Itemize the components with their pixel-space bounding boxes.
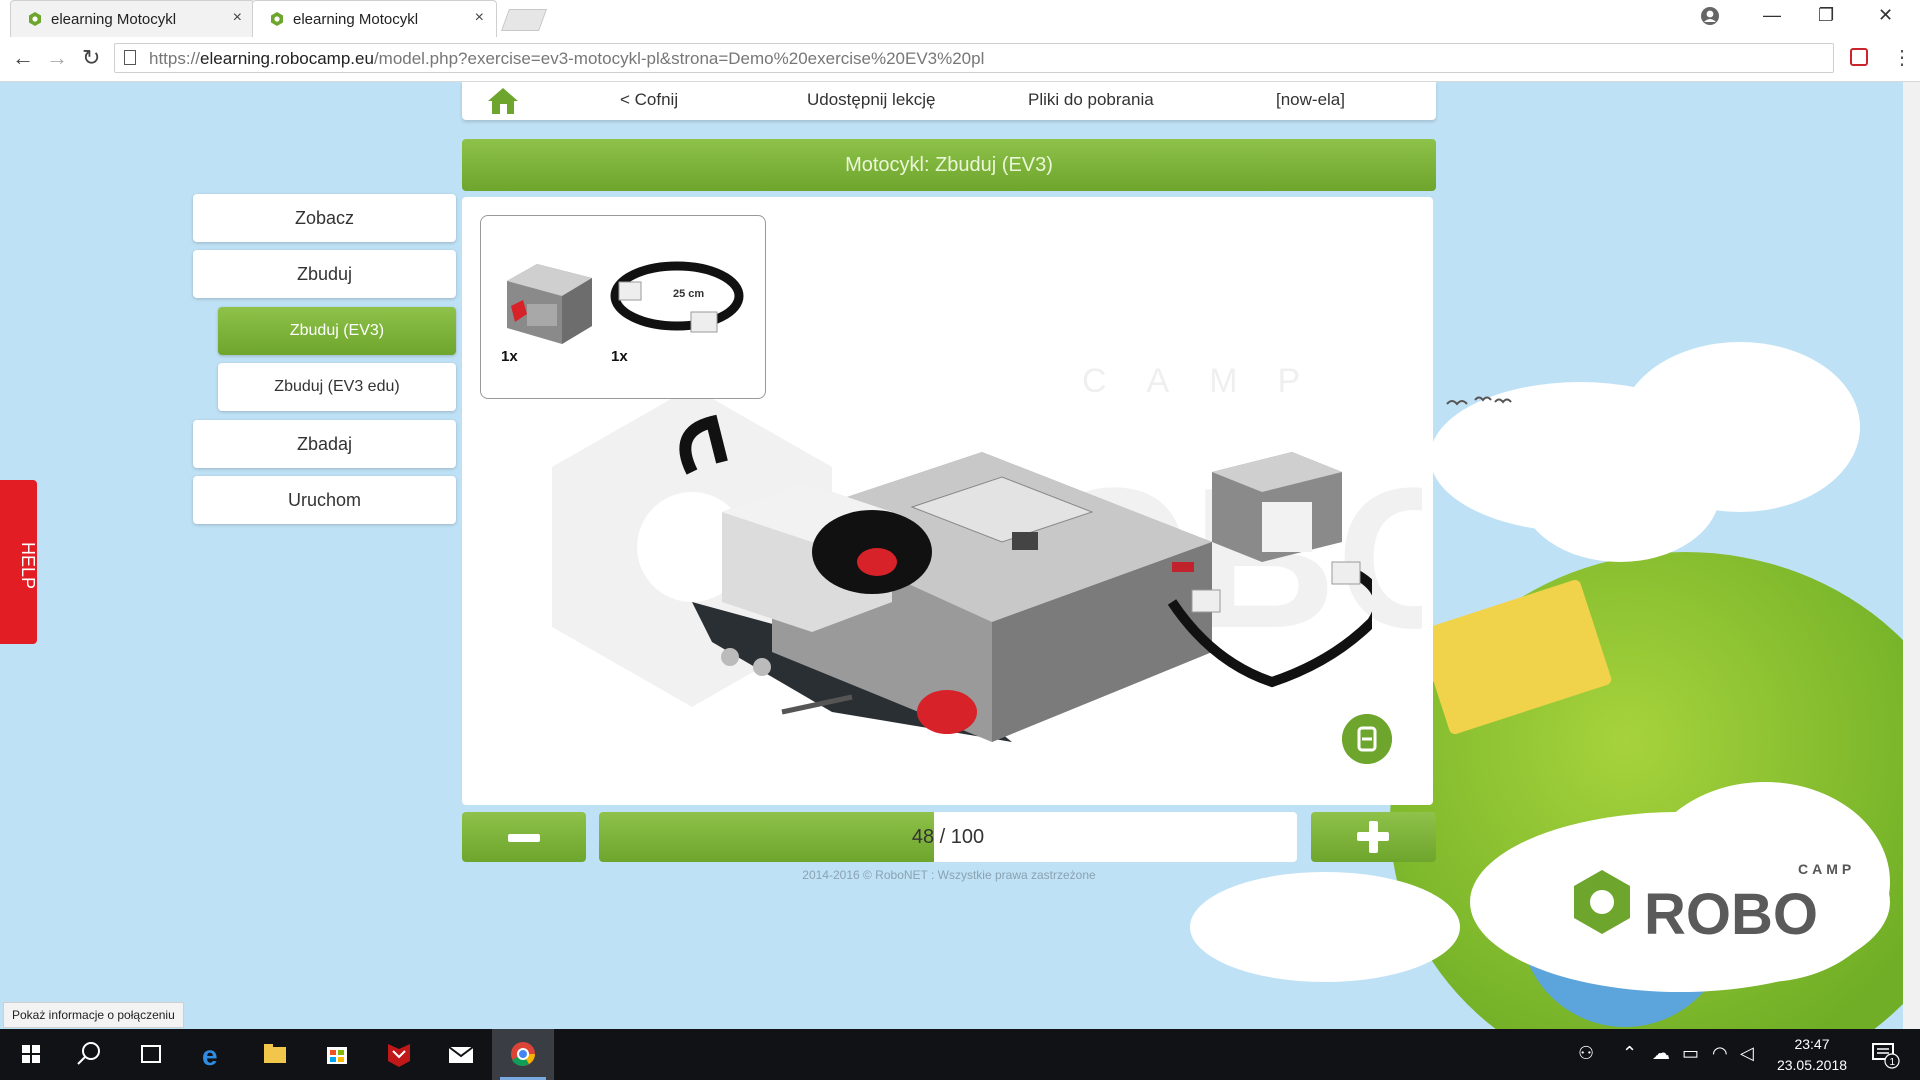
minus-icon [508, 834, 540, 842]
robocamp-logo: CAMP ROBO [1574, 861, 1855, 947]
tab-strip: elearning Motocykl × elearning Motocykl … [0, 0, 1920, 37]
task-view-icon[interactable] [120, 1029, 182, 1080]
previous-step-button[interactable] [462, 812, 586, 862]
browser-tab-2[interactable]: elearning Motocykl × [252, 0, 497, 37]
sidebar-item-zbuduj[interactable]: Zbuduj [193, 250, 456, 298]
robocamp-favicon-icon [271, 12, 283, 26]
robocamp-favicon-icon [29, 12, 41, 26]
store-icon[interactable] [306, 1029, 368, 1080]
user-link[interactable]: [now-ela] [1276, 90, 1345, 110]
chrome-taskbar-icon[interactable] [492, 1029, 554, 1080]
window-close-button[interactable]: ✕ [1878, 5, 1893, 26]
step-progress-bar[interactable]: 48 / 100 [599, 812, 1297, 862]
url-path: /model.php?exercise=ev3-motocykl-pl&stro… [373, 49, 985, 68]
ev3-motorcycle-model-image [679, 414, 1372, 742]
start-button[interactable] [0, 1029, 62, 1080]
svg-text:CAMP: CAMP [1798, 861, 1855, 877]
instruction-panel: ROBO CAMP 25 cm 1x 1x [462, 197, 1433, 805]
page-title: Motocykl: Zbuduj (EV3) [462, 139, 1436, 191]
extension-icon[interactable] [1850, 48, 1868, 66]
progress-total: / 100 [939, 826, 985, 848]
onedrive-icon[interactable]: ☁ [1652, 1043, 1670, 1064]
mcafee-icon[interactable] [368, 1029, 430, 1080]
new-tab-button[interactable] [500, 9, 548, 31]
action-center-icon[interactable]: 1 [1870, 1041, 1900, 1069]
cloud-decoration [1520, 422, 1720, 562]
status-bubble: Pokaż informacje o połączeniu [3, 1002, 184, 1028]
birds-decoration [1446, 396, 1512, 406]
tab-title: elearning Motocykl [51, 11, 177, 28]
clock-time: 23:47 [1794, 1036, 1830, 1052]
sidebar-item-zbadaj[interactable]: Zbadaj [193, 420, 456, 468]
sidebar-item-zbuduj-ev3-edu[interactable]: Zbuduj (EV3 edu) [218, 363, 456, 411]
tab-title: elearning Motocykl [293, 11, 419, 28]
parts-list-box: 25 cm 1x 1x [480, 215, 766, 399]
progress-text: 48 / 100 [599, 812, 1297, 862]
tray-chevron-icon[interactable]: ⌃ [1622, 1043, 1637, 1064]
downloads-link[interactable]: Pliki do pobrania [1028, 90, 1154, 110]
search-icon[interactable] [58, 1029, 120, 1080]
wifi-icon[interactable]: ◠ [1712, 1043, 1728, 1064]
tab-close-icon[interactable]: × [475, 9, 484, 27]
svg-text:ROBO: ROBO [1644, 882, 1818, 947]
help-tab[interactable]: HELP [0, 480, 39, 644]
clock-date: 23.05.2018 [1776, 1057, 1848, 1073]
page-scrollbar[interactable] [1903, 82, 1920, 1029]
share-lesson-link[interactable]: Udostępnij lekcję [807, 90, 936, 110]
browser-toolbar: ← → ↻ https://elearning.robocamp.eu/mode… [0, 37, 1920, 82]
next-step-button[interactable] [1311, 812, 1436, 862]
footer-copyright: 2014-2016 © RoboNET : Wszystkie prawa za… [802, 868, 1096, 882]
svg-text:e: e [202, 1040, 218, 1071]
sidebar-item-zbuduj-ev3[interactable]: Zbuduj (EV3) [218, 307, 456, 355]
address-bar[interactable]: https://elearning.robocamp.eu/model.php?… [114, 43, 1834, 73]
cloud-decoration [1190, 872, 1460, 982]
plus-icon-vertical [1369, 821, 1378, 853]
browser-menu-icon[interactable]: ⋮ [1892, 45, 1912, 70]
sidebar-item-zobacz[interactable]: Zobacz [193, 194, 456, 242]
restore-button[interactable]: ❐ [1818, 5, 1834, 26]
profile-icon[interactable] [1700, 6, 1720, 26]
reload-button[interactable]: ↻ [82, 45, 100, 71]
minimize-button[interactable]: — [1763, 5, 1781, 26]
sidebar-item-uruchom[interactable]: Uruchom [193, 476, 456, 524]
sensor-part-icon [507, 264, 592, 344]
zoom-button[interactable] [1342, 714, 1392, 764]
cable-quantity: 1x [611, 348, 628, 365]
url-host: elearning.robocamp.eu [200, 49, 374, 68]
volume-icon[interactable]: ◁ [1740, 1043, 1754, 1064]
page-viewport: < Cofnij Udostępnij lekcję Pliki do pobr… [0, 82, 1903, 1029]
home-icon[interactable] [486, 86, 520, 116]
cable-length-label: 25 cm [673, 288, 705, 300]
progress-current: 48 [911, 826, 935, 848]
help-label: HELP [18, 541, 39, 590]
windows-taskbar: e ⚇ ⌃ ☁ ▭ ◠ ◁ 23:47 23.05.2018 1 [0, 1029, 1920, 1080]
url-scheme: https:// [149, 49, 201, 68]
sensor-quantity: 1x [501, 348, 518, 365]
battery-icon[interactable]: ▭ [1682, 1043, 1699, 1064]
people-icon[interactable]: ⚇ [1578, 1043, 1594, 1064]
file-explorer-icon[interactable] [244, 1029, 306, 1080]
forward-button[interactable]: → [46, 45, 68, 71]
page-info-icon[interactable] [124, 50, 136, 65]
notification-count: 1 [1890, 1057, 1896, 1068]
back-link[interactable]: < Cofnij [620, 90, 678, 110]
tab-close-icon[interactable]: × [233, 9, 242, 27]
mail-icon[interactable] [430, 1029, 492, 1080]
url-text[interactable]: https://elearning.robocamp.eu/model.php?… [149, 49, 984, 69]
edge-icon[interactable]: e [182, 1029, 244, 1080]
watermark-text: CAMP [1082, 362, 1341, 400]
back-button[interactable]: ← [12, 45, 34, 71]
taskbar-clock[interactable]: 23:47 23.05.2018 [1772, 1034, 1852, 1076]
top-nav: < Cofnij Udostępnij lekcję Pliki do pobr… [462, 82, 1436, 120]
browser-tab-1[interactable]: elearning Motocykl × [10, 0, 255, 37]
